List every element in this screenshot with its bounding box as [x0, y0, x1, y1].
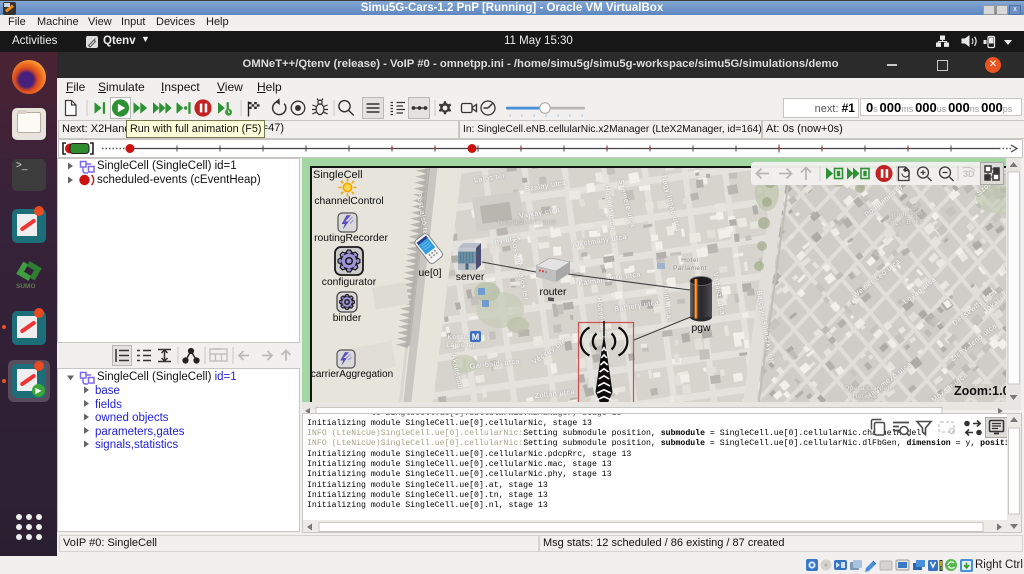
- svg-text:server: server: [456, 272, 485, 283]
- svg-text:3D: 3D: [963, 169, 975, 179]
- svg-text:M: M: [472, 332, 480, 342]
- svg-text:binder: binder: [333, 313, 362, 324]
- svg-text:Hotel &: Hotel &: [853, 393, 878, 400]
- svg-text:Parlament: Parlament: [673, 265, 707, 272]
- svg-text:configurator: configurator: [322, 277, 377, 288]
- svg-text:routingRecorder: routingRecorder: [314, 233, 388, 244]
- svg-text:Hotel: Hotel: [681, 257, 699, 264]
- svg-text:carrierAggregation: carrierAggregation: [312, 369, 393, 380]
- svg-text:Néprajzi Múzeum: Néprajzi Múzeum: [498, 219, 556, 226]
- svg-text:router: router: [540, 287, 567, 298]
- svg-text:SUMO: SUMO: [16, 283, 36, 290]
- svg-text:channelControl: channelControl: [314, 196, 383, 207]
- svg-text:pgw: pgw: [692, 323, 711, 334]
- svg-text:Opera Garden: Opera Garden: [844, 385, 892, 392]
- svg-text:ue[0]: ue[0]: [419, 268, 442, 279]
- svg-text:Lajos tér: Lajos tér: [446, 342, 476, 349]
